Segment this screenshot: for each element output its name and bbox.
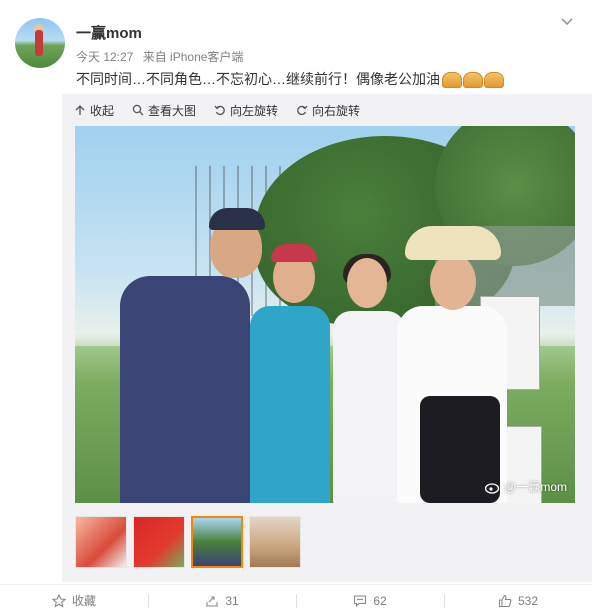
avatar-figure	[35, 30, 43, 56]
collapse-button[interactable]: 收起	[74, 102, 114, 118]
post-photo[interactable]: @一赢mom	[75, 126, 575, 503]
thumbnail-strip	[75, 516, 301, 568]
like-count: 532	[517, 593, 539, 608]
strong-arm-emoji-icon	[442, 72, 462, 89]
post-text: 不同时间…不同角色…不忘初心…继续前行！偶像老公加油	[76, 69, 505, 89]
favorite-button[interactable]: 收藏	[0, 585, 148, 616]
repost-icon	[206, 595, 218, 607]
post-header: 一赢mom 今天 12:27 来自 iPhone客户端 不同时间…不同角色…不忘…	[0, 0, 592, 94]
collapse-icon	[75, 105, 85, 115]
comment-count: 62	[373, 593, 387, 608]
thumbnail-4[interactable]	[249, 516, 301, 568]
weibo-logo-icon	[485, 482, 500, 494]
person-girl1-cap	[271, 244, 317, 262]
person-girl1-body	[250, 306, 330, 503]
chevron-down-icon[interactable]	[560, 14, 574, 28]
avatar[interactable]	[15, 18, 65, 68]
post-time[interactable]: 今天 12:27	[76, 50, 133, 64]
post-text-content: 不同时间…不同角色…不忘初心…继续前行！偶像老公加油	[76, 71, 440, 87]
star-icon	[51, 593, 66, 608]
watermark-text: @一赢mom	[504, 480, 567, 494]
person-woman-head	[430, 254, 476, 310]
person-man-body	[120, 276, 250, 503]
search-icon	[132, 104, 144, 116]
comment-icon	[354, 594, 367, 607]
repost-count: 31	[225, 593, 239, 608]
action-bar: 收藏 31 62 532	[0, 584, 592, 616]
strong-arm-emoji-icon	[484, 72, 504, 89]
image-toolbar: 收起 查看大图 向左旋转 向右旋转	[74, 102, 360, 118]
collapse-label: 收起	[90, 103, 115, 118]
strong-arm-emoji-icon	[463, 72, 483, 89]
rotate-right-icon	[297, 105, 308, 116]
rotate-left-icon	[214, 105, 225, 116]
emoji-group	[442, 72, 505, 89]
rotate-right-label: 向右旋转	[312, 103, 361, 118]
post-source[interactable]: 来自 iPhone客户端	[143, 50, 244, 64]
repost-button[interactable]: 31	[148, 585, 296, 616]
rotate-left-label: 向左旋转	[230, 103, 279, 118]
person-girl2-head	[347, 258, 387, 308]
view-large-button[interactable]: 查看大图	[132, 102, 196, 118]
person-woman-hat	[405, 226, 501, 260]
media-box: 收起 查看大图 向左旋转 向右旋转 @一赢mom	[62, 94, 592, 582]
view-large-label: 查看大图	[148, 103, 197, 118]
person-girl2-body	[333, 311, 405, 503]
thumbnail-1[interactable]	[75, 516, 127, 568]
watermark: @一赢mom	[485, 478, 567, 495]
thumbnail-2[interactable]	[133, 516, 185, 568]
post-meta: 今天 12:27 来自 iPhone客户端	[76, 48, 249, 65]
thumbnail-3-active[interactable]	[191, 516, 243, 568]
username[interactable]: 一赢mom	[76, 22, 142, 43]
like-icon	[498, 594, 512, 607]
rotate-right-button[interactable]: 向右旋转	[296, 102, 360, 118]
person-man-cap	[209, 208, 265, 230]
like-button[interactable]: 532	[444, 585, 592, 616]
comment-button[interactable]: 62	[296, 585, 444, 616]
rotate-left-button[interactable]: 向左旋转	[214, 102, 278, 118]
favorite-label: 收藏	[71, 594, 96, 608]
